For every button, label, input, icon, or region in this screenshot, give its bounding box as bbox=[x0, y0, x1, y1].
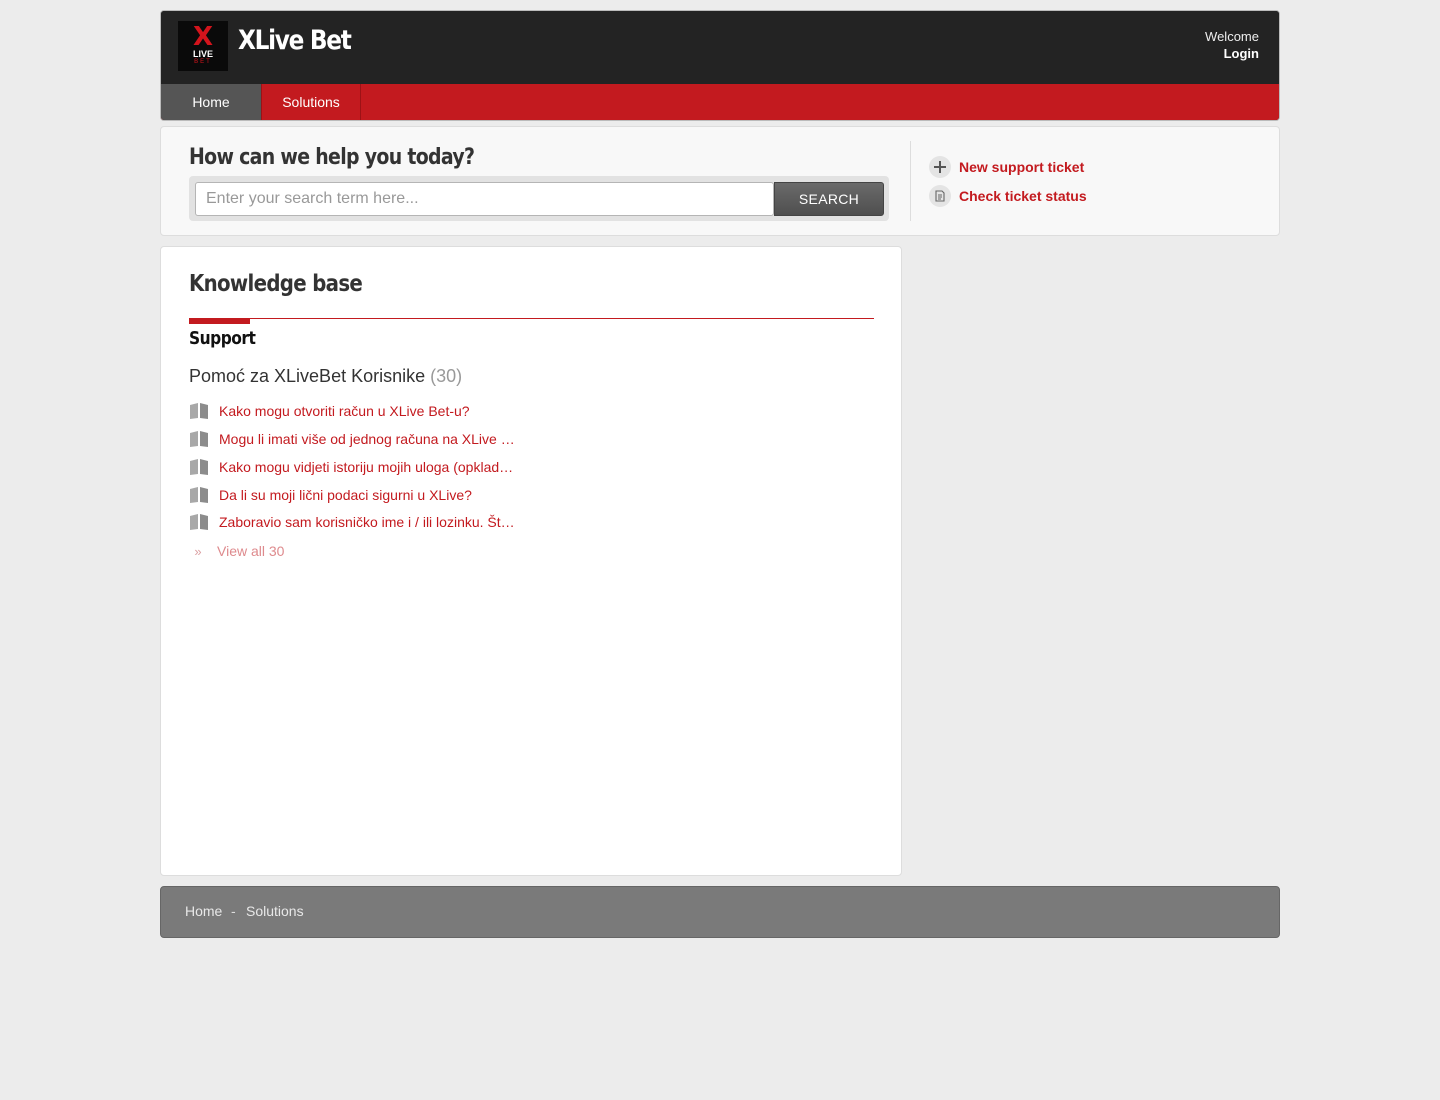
folder-title[interactable]: Pomoć za XLiveBet Korisnike (30) bbox=[189, 366, 462, 387]
article-link[interactable]: Da li su moji lični podaci sigurni u XLi… bbox=[219, 487, 519, 503]
kb-divider bbox=[189, 318, 874, 319]
list-item: Kako mogu otvoriti račun u XLive Bet-u? bbox=[189, 401, 519, 421]
page: X LIVE BET XLive Bet Welcome Login Home … bbox=[0, 0, 1440, 1100]
search-bar: SEARCH bbox=[189, 176, 889, 221]
breadcrumb-footer: Home - Solutions bbox=[160, 886, 1280, 938]
tab-home[interactable]: Home bbox=[161, 84, 261, 120]
header-top-bar: X LIVE BET XLive Bet Welcome Login bbox=[161, 11, 1279, 84]
book-icon bbox=[190, 487, 208, 503]
search-button[interactable]: SEARCH bbox=[774, 182, 884, 216]
logo-live-text: LIVE bbox=[192, 49, 213, 59]
logo-x-mark: X bbox=[192, 22, 214, 52]
welcome-text: Welcome bbox=[1205, 29, 1259, 44]
category-heading[interactable]: Support bbox=[189, 328, 256, 349]
list-item: Mogu li imati više od jednog računa na X… bbox=[189, 429, 519, 449]
check-ticket-status-link[interactable]: Check ticket status bbox=[929, 185, 1087, 207]
logo-bet-text: BET bbox=[194, 59, 212, 65]
main-nav: Home Solutions bbox=[161, 84, 1279, 120]
site-title[interactable]: XLive Bet bbox=[238, 25, 352, 56]
site-logo[interactable]: X LIVE BET bbox=[178, 21, 228, 71]
help-heading: How can we help you today? bbox=[189, 145, 475, 170]
plus-icon bbox=[929, 156, 951, 178]
book-icon bbox=[190, 403, 208, 419]
book-icon bbox=[190, 514, 208, 530]
list-item: Zaboravio sam korisničko ime i / ili loz… bbox=[189, 512, 519, 532]
list-item: Kako mogu vidjeti istoriju mojih uloga (… bbox=[189, 457, 519, 477]
footer-solutions-link[interactable]: Solutions bbox=[246, 903, 304, 919]
site-header: X LIVE BET XLive Bet Welcome Login Home … bbox=[160, 10, 1280, 121]
breadcrumb-separator: - bbox=[231, 903, 236, 919]
article-link[interactable]: Kako mogu vidjeti istoriju mojih uloga (… bbox=[219, 459, 519, 475]
kb-divider-accent bbox=[189, 318, 250, 324]
article-link[interactable]: Mogu li imati više od jednog računa na X… bbox=[219, 431, 519, 447]
document-icon bbox=[929, 185, 951, 207]
new-support-ticket-link[interactable]: New support ticket bbox=[929, 156, 1084, 178]
new-support-ticket-label: New support ticket bbox=[959, 159, 1085, 175]
search-input[interactable] bbox=[195, 182, 774, 216]
book-icon bbox=[190, 431, 208, 447]
article-link[interactable]: Kako mogu otvoriti račun u XLive Bet-u? bbox=[219, 403, 519, 419]
folder-title-text: Pomoć za XLiveBet Korisnike bbox=[189, 366, 426, 386]
panel-divider bbox=[910, 141, 911, 221]
double-chevron-right-icon: » bbox=[194, 543, 202, 559]
folder-article-count: (30) bbox=[430, 366, 463, 386]
knowledge-base-panel: Knowledge base Support Pomoć za XLiveBet… bbox=[160, 246, 902, 876]
kb-heading: Knowledge base bbox=[189, 271, 363, 297]
login-link[interactable]: Login bbox=[1224, 46, 1259, 61]
footer-home-link[interactable]: Home bbox=[185, 903, 222, 919]
book-icon bbox=[190, 459, 208, 475]
search-panel: How can we help you today? SEARCH New su… bbox=[160, 126, 1280, 236]
list-item: Da li su moji lični podaci sigurni u XLi… bbox=[189, 485, 519, 505]
tab-solutions[interactable]: Solutions bbox=[261, 84, 361, 120]
check-ticket-status-label: Check ticket status bbox=[959, 188, 1087, 204]
article-link[interactable]: Zaboravio sam korisničko ime i / ili loz… bbox=[219, 514, 519, 530]
view-all-row: » View all 30 bbox=[189, 541, 284, 561]
view-all-link[interactable]: View all 30 bbox=[217, 543, 284, 559]
